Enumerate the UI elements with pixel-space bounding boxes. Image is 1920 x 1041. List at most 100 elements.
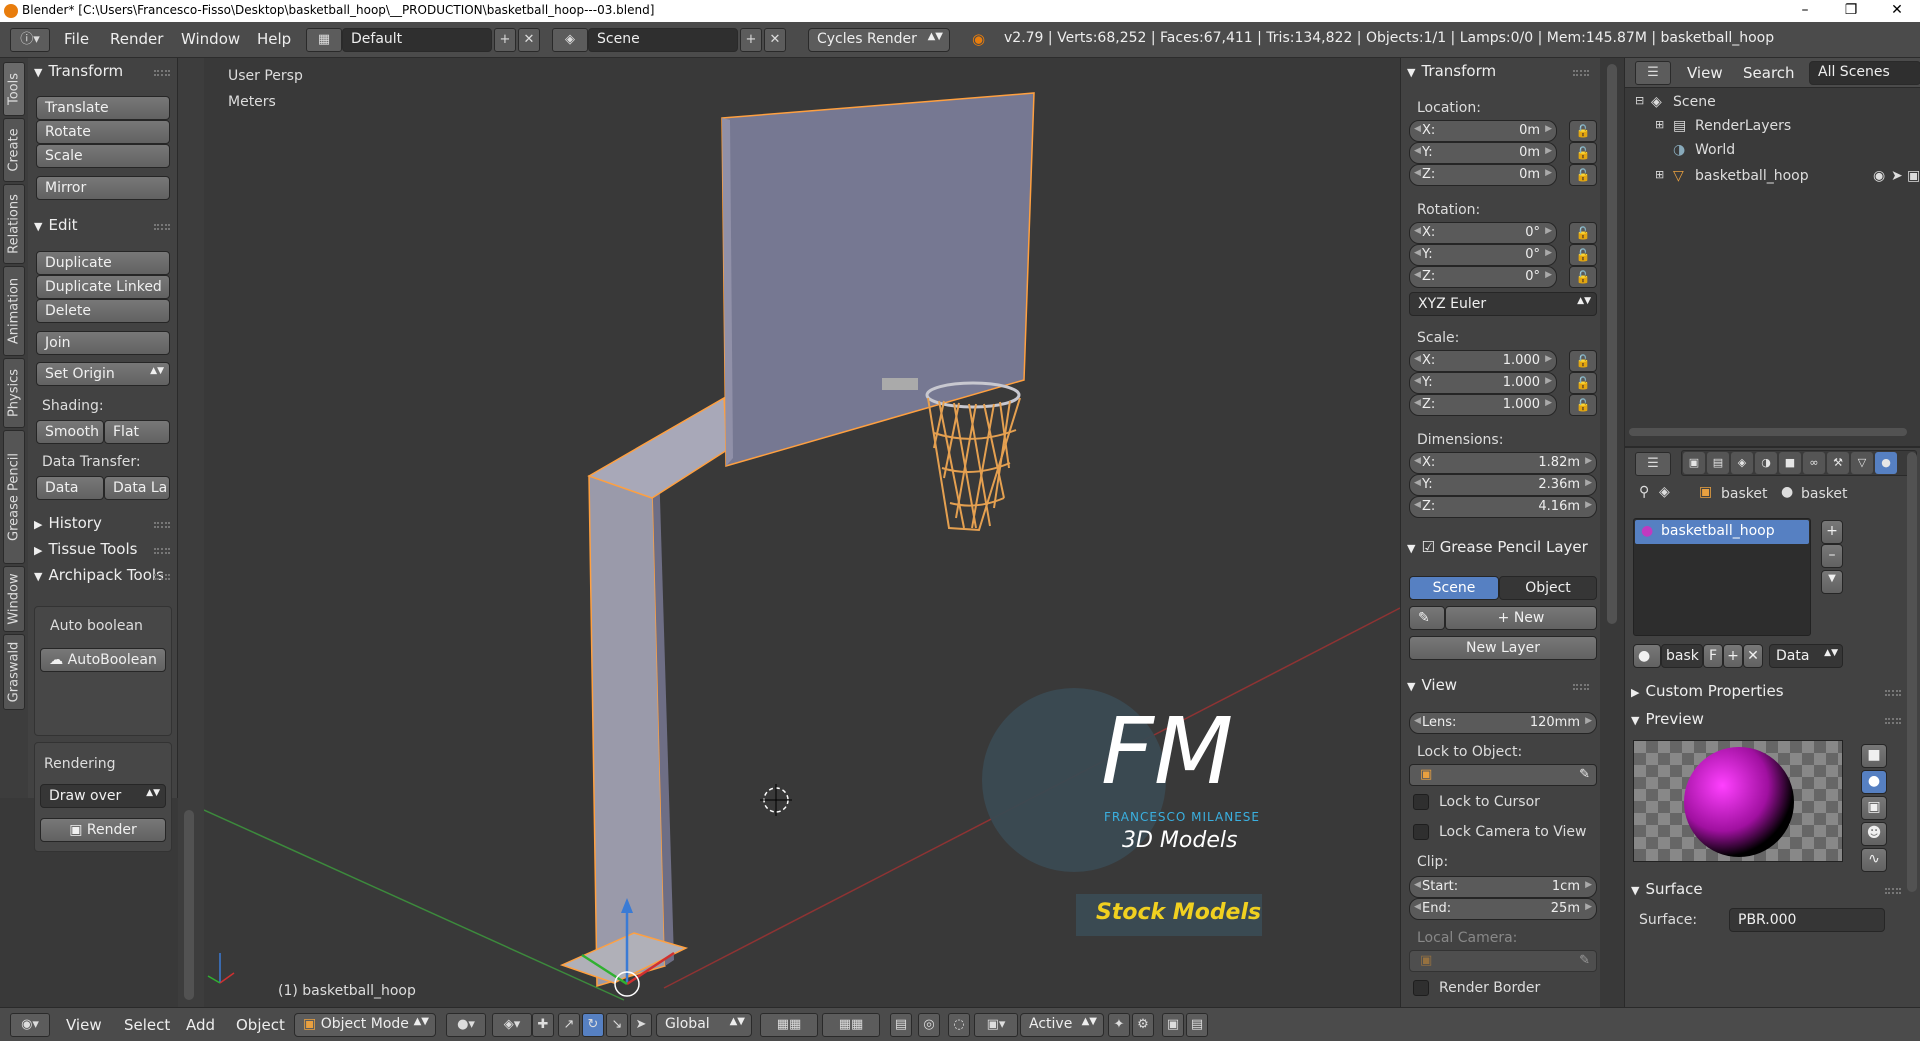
translate-button[interactable]: Translate bbox=[36, 96, 170, 120]
scene-icon[interactable]: ◈ bbox=[552, 28, 588, 52]
scale-x-field[interactable]: ◀ X: 1.000 ▶ bbox=[1409, 350, 1557, 372]
preview-monkey-icon[interactable]: ☻ bbox=[1861, 822, 1887, 846]
lock-icon[interactable]: 🔓 bbox=[1569, 244, 1597, 266]
shading-mode-icon[interactable]: ●▾ bbox=[446, 1013, 486, 1037]
shade-flat-button[interactable]: Flat bbox=[104, 420, 170, 444]
data-transfer-button[interactable]: Data bbox=[36, 476, 104, 500]
rotate-button[interactable]: Rotate bbox=[36, 120, 170, 144]
drag-grip-icon[interactable] bbox=[1885, 888, 1901, 894]
lock-icon[interactable]: 🔓 bbox=[1569, 350, 1597, 372]
layers-tab-icon[interactable]: ▤ bbox=[1707, 452, 1729, 474]
check-icon[interactable]: ☑ bbox=[1421, 538, 1439, 556]
local-camera-field[interactable]: ▣ ✎ bbox=[1409, 950, 1597, 972]
pin-icon[interactable]: ⚲ bbox=[1639, 484, 1649, 500]
menu-help[interactable]: Help bbox=[257, 30, 291, 48]
remove-scene-icon[interactable]: ✕ bbox=[764, 28, 786, 52]
add-layout-icon[interactable]: + bbox=[494, 28, 516, 52]
lock-icon[interactable]: 🔓 bbox=[1569, 164, 1597, 186]
drag-grip-icon[interactable] bbox=[154, 224, 170, 230]
add-scene-icon[interactable]: + bbox=[740, 28, 762, 52]
set-origin-dropdown[interactable]: Set Origin ▲▼ bbox=[36, 362, 170, 386]
eyedropper-icon[interactable]: ✎ bbox=[1579, 953, 1590, 968]
clip-end-field[interactable]: ◀ End: 25m ▶ bbox=[1409, 898, 1597, 920]
editor-type-info-icon[interactable]: ⓘ▾ bbox=[10, 28, 50, 52]
dimensions-y-field[interactable]: ◀ Y: 2.36m ▶ bbox=[1409, 474, 1597, 496]
manipulator-toggle-icon[interactable]: ✚ bbox=[532, 1013, 554, 1037]
material-slot-name[interactable]: basketball_hoop bbox=[1661, 523, 1775, 539]
data-tab-icon[interactable]: ▽ bbox=[1851, 452, 1873, 474]
add-slot-icon[interactable]: + bbox=[1821, 520, 1843, 544]
rotation-mode-dropdown[interactable]: XYZ Euler ▲▼ bbox=[1409, 292, 1597, 316]
outliner-item-world[interactable]: World bbox=[1695, 142, 1735, 158]
selectable-arrow-icon[interactable]: ➤ bbox=[1891, 168, 1903, 184]
surface-shader-field[interactable]: PBR.000 bbox=[1729, 908, 1885, 932]
editor-type-3d-icon[interactable]: ◉▾ bbox=[10, 1013, 50, 1037]
expand-icon[interactable]: ⊞ bbox=[1655, 168, 1664, 181]
render-button[interactable]: ▣ Render bbox=[40, 818, 166, 842]
outliner-item-basketball-hoop[interactable]: basketball_hoop bbox=[1695, 168, 1809, 184]
lock-icon[interactable]: 🔓 bbox=[1569, 394, 1597, 416]
minimize-button[interactable]: – bbox=[1782, 0, 1828, 22]
lock-icon[interactable]: 🔓 bbox=[1569, 142, 1597, 164]
screen-layout-icon[interactable]: ▦ bbox=[306, 28, 342, 52]
shade-smooth-button[interactable]: Smooth bbox=[36, 420, 104, 444]
preview-cube-icon[interactable]: ▣ bbox=[1861, 796, 1887, 820]
outliner-hscrollbar[interactable] bbox=[1629, 428, 1907, 436]
grease-pencil-layer-header[interactable]: ▼ ☑ Grease Pencil Layer bbox=[1407, 538, 1588, 556]
outliner-item-scene[interactable]: Scene bbox=[1673, 94, 1716, 110]
material-name-field[interactable]: bask bbox=[1661, 644, 1703, 668]
duplicate-linked-button[interactable]: Duplicate Linked bbox=[36, 275, 170, 299]
constraints-tab-icon[interactable]: ∞ bbox=[1803, 452, 1825, 474]
snap-rotation-icon[interactable]: ⚙ bbox=[1132, 1013, 1154, 1037]
tab-relations[interactable]: Relations bbox=[3, 184, 25, 264]
3d-viewport[interactable]: User Persp Meters (1) basketball_hoop FM… bbox=[204, 58, 1400, 1007]
drag-grip-icon[interactable] bbox=[154, 574, 170, 580]
render-tab-icon[interactable]: ▣ bbox=[1683, 452, 1705, 474]
scene-field[interactable]: Scene bbox=[588, 28, 738, 52]
menu-render[interactable]: Render bbox=[110, 30, 163, 48]
close-button[interactable]: ✕ bbox=[1874, 0, 1920, 22]
dimensions-x-field[interactable]: ◀ X: 1.82m ▶ bbox=[1409, 452, 1597, 474]
snap-options-icon[interactable]: ✦ bbox=[1108, 1013, 1130, 1037]
dimensions-z-field[interactable]: ◀ Z: 4.16m ▶ bbox=[1409, 496, 1597, 518]
tissue-tools-panel-header[interactable]: ▶ Tissue Tools bbox=[34, 540, 137, 558]
slot-menu-icon[interactable]: ▼ bbox=[1821, 570, 1843, 594]
object-tab-icon[interactable]: ■ bbox=[1779, 452, 1801, 474]
drag-grip-icon[interactable] bbox=[1573, 70, 1589, 76]
eyedropper-icon[interactable]: ✎ bbox=[1579, 767, 1590, 782]
screen-layout-field[interactable]: Default bbox=[342, 28, 492, 52]
layers-grid-icon[interactable]: ▦▦ bbox=[760, 1013, 818, 1037]
pencil-icon[interactable]: ✎ bbox=[1409, 606, 1445, 630]
outliner-search-menu[interactable]: Search bbox=[1743, 64, 1795, 82]
remove-layout-icon[interactable]: ✕ bbox=[518, 28, 540, 52]
outliner-editor-icon[interactable]: ☰ bbox=[1635, 61, 1671, 85]
tab-grease-pencil[interactable]: Grease Pencil bbox=[3, 430, 25, 564]
scale-z-field[interactable]: ◀ Z: 1.000 ▶ bbox=[1409, 394, 1557, 416]
opengl-anim-icon[interactable]: ▤ bbox=[1186, 1013, 1208, 1037]
rotation-z-field[interactable]: ◀ Z: 0° ▶ bbox=[1409, 266, 1557, 288]
menu-select[interactable]: Select bbox=[124, 1016, 170, 1034]
join-button[interactable]: Join bbox=[36, 331, 170, 355]
outliner-view-menu[interactable]: View bbox=[1687, 64, 1723, 82]
proportional-edit-icon[interactable]: ◌ bbox=[948, 1013, 970, 1037]
menu-object[interactable]: Object bbox=[236, 1016, 285, 1034]
preview-header[interactable]: ▼ Preview bbox=[1631, 710, 1704, 728]
clip-start-field[interactable]: ◀ Start: 1cm ▶ bbox=[1409, 876, 1597, 898]
properties-editor-icon[interactable]: ☰ bbox=[1635, 452, 1671, 476]
snap-element-icon[interactable]: ▣▾ bbox=[974, 1013, 1018, 1037]
draw-over-dropdown[interactable]: Draw over ▲▼ bbox=[40, 784, 166, 808]
npanel-scrollbar[interactable] bbox=[1607, 64, 1617, 624]
remove-slot-icon[interactable]: – bbox=[1821, 544, 1843, 568]
display-mode-dropdown[interactable]: All Scenes bbox=[1809, 61, 1920, 85]
tab-tools[interactable]: Tools bbox=[3, 62, 25, 116]
tab-animation[interactable]: Animation bbox=[3, 266, 25, 356]
menu-view[interactable]: View bbox=[66, 1016, 102, 1034]
manip-extra-icon[interactable]: ➤ bbox=[630, 1013, 652, 1037]
new-material-icon[interactable]: + bbox=[1723, 644, 1743, 668]
viewport-left-scrollbar[interactable] bbox=[184, 810, 194, 1000]
outliner-item-renderlayers[interactable]: RenderLayers bbox=[1695, 118, 1791, 134]
expand-icon[interactable]: ⊞ bbox=[1655, 118, 1664, 131]
view-panel-header[interactable]: ▼ View bbox=[1407, 676, 1457, 694]
gp-new-layer-button[interactable]: New Layer bbox=[1409, 636, 1597, 660]
edit-panel-header[interactable]: ▼ Edit bbox=[34, 216, 78, 234]
